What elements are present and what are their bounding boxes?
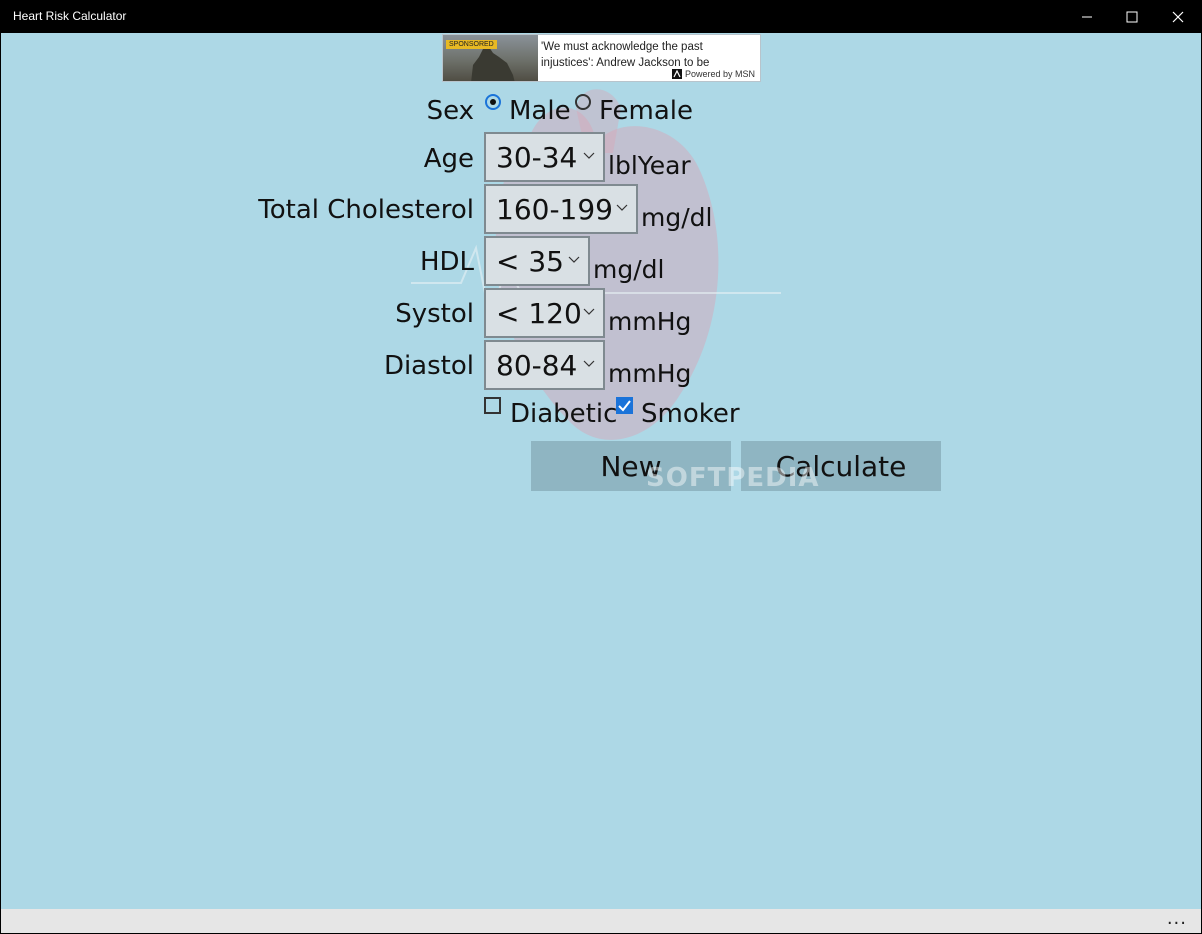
sponsored-badge: SPONSORED — [446, 40, 497, 49]
watermark: SOFTPEDIA — [646, 463, 820, 493]
app-bar: ... — [1, 909, 1201, 933]
chevron-down-icon — [583, 152, 595, 159]
hdl-select[interactable]: < 35 — [484, 236, 590, 286]
diastol-label: Diastol — [383, 351, 474, 381]
chevron-down-icon — [616, 204, 628, 211]
title-bar: Heart Risk Calculator — [0, 0, 1202, 33]
hdl-value: < 35 — [496, 245, 564, 278]
hdl-unit: mg/dl — [593, 255, 665, 284]
male-label[interactable]: Male — [509, 96, 571, 126]
systol-value: < 120 — [496, 297, 582, 330]
male-radio[interactable] — [485, 94, 501, 110]
age-select[interactable]: 30-34 — [484, 132, 605, 182]
smoker-checkbox[interactable] — [616, 397, 633, 414]
close-button[interactable] — [1155, 0, 1201, 33]
ad-image: SPONSORED — [443, 35, 538, 81]
maximize-icon — [1126, 11, 1138, 22]
cholesterol-label: Total Cholesterol — [258, 195, 474, 225]
main-content: SPONSORED 'We must acknowledge the past … — [1, 33, 1201, 909]
ad-powered-by: Powered by MSN — [671, 69, 755, 79]
more-options-button[interactable]: ... — [1167, 909, 1187, 929]
diabetic-label[interactable]: Diabetic — [510, 399, 617, 429]
cholesterol-value: 160-199 — [496, 193, 613, 226]
female-label[interactable]: Female — [599, 96, 693, 126]
hdl-label: HDL — [419, 247, 474, 277]
chevron-down-icon — [583, 360, 595, 367]
diabetic-checkbox[interactable] — [484, 397, 501, 414]
ad-banner[interactable]: SPONSORED 'We must acknowledge the past … — [442, 34, 761, 82]
systol-unit: mmHg — [608, 307, 692, 336]
cholesterol-unit: mg/dl — [641, 203, 713, 232]
diastol-select[interactable]: 80-84 — [484, 340, 605, 390]
minimize-icon — [1082, 16, 1092, 17]
diastol-value: 80-84 — [496, 349, 578, 382]
chevron-down-icon — [568, 256, 580, 263]
cholesterol-select[interactable]: 160-199 — [484, 184, 638, 234]
window-title: Heart Risk Calculator — [13, 9, 127, 23]
sex-label: Sex — [426, 96, 474, 126]
age-label: Age — [423, 144, 474, 174]
age-unit: lblYear — [608, 151, 691, 180]
age-value: 30-34 — [496, 141, 578, 174]
msn-icon — [671, 69, 682, 79]
minimize-button[interactable] — [1064, 0, 1110, 33]
maximize-button[interactable] — [1109, 0, 1155, 33]
systol-label: Systol — [395, 299, 474, 329]
chevron-down-icon — [583, 308, 595, 315]
smoker-label[interactable]: Smoker — [641, 399, 740, 429]
female-radio[interactable] — [575, 94, 591, 110]
ad-powered-label: Powered by MSN — [684, 69, 755, 79]
diastol-unit: mmHg — [608, 359, 692, 388]
checkmark-icon — [618, 400, 631, 412]
close-icon — [1172, 11, 1184, 22]
ad-headline: 'We must acknowledge the past injustices… — [541, 41, 710, 69]
systol-select[interactable]: < 120 — [484, 288, 605, 338]
